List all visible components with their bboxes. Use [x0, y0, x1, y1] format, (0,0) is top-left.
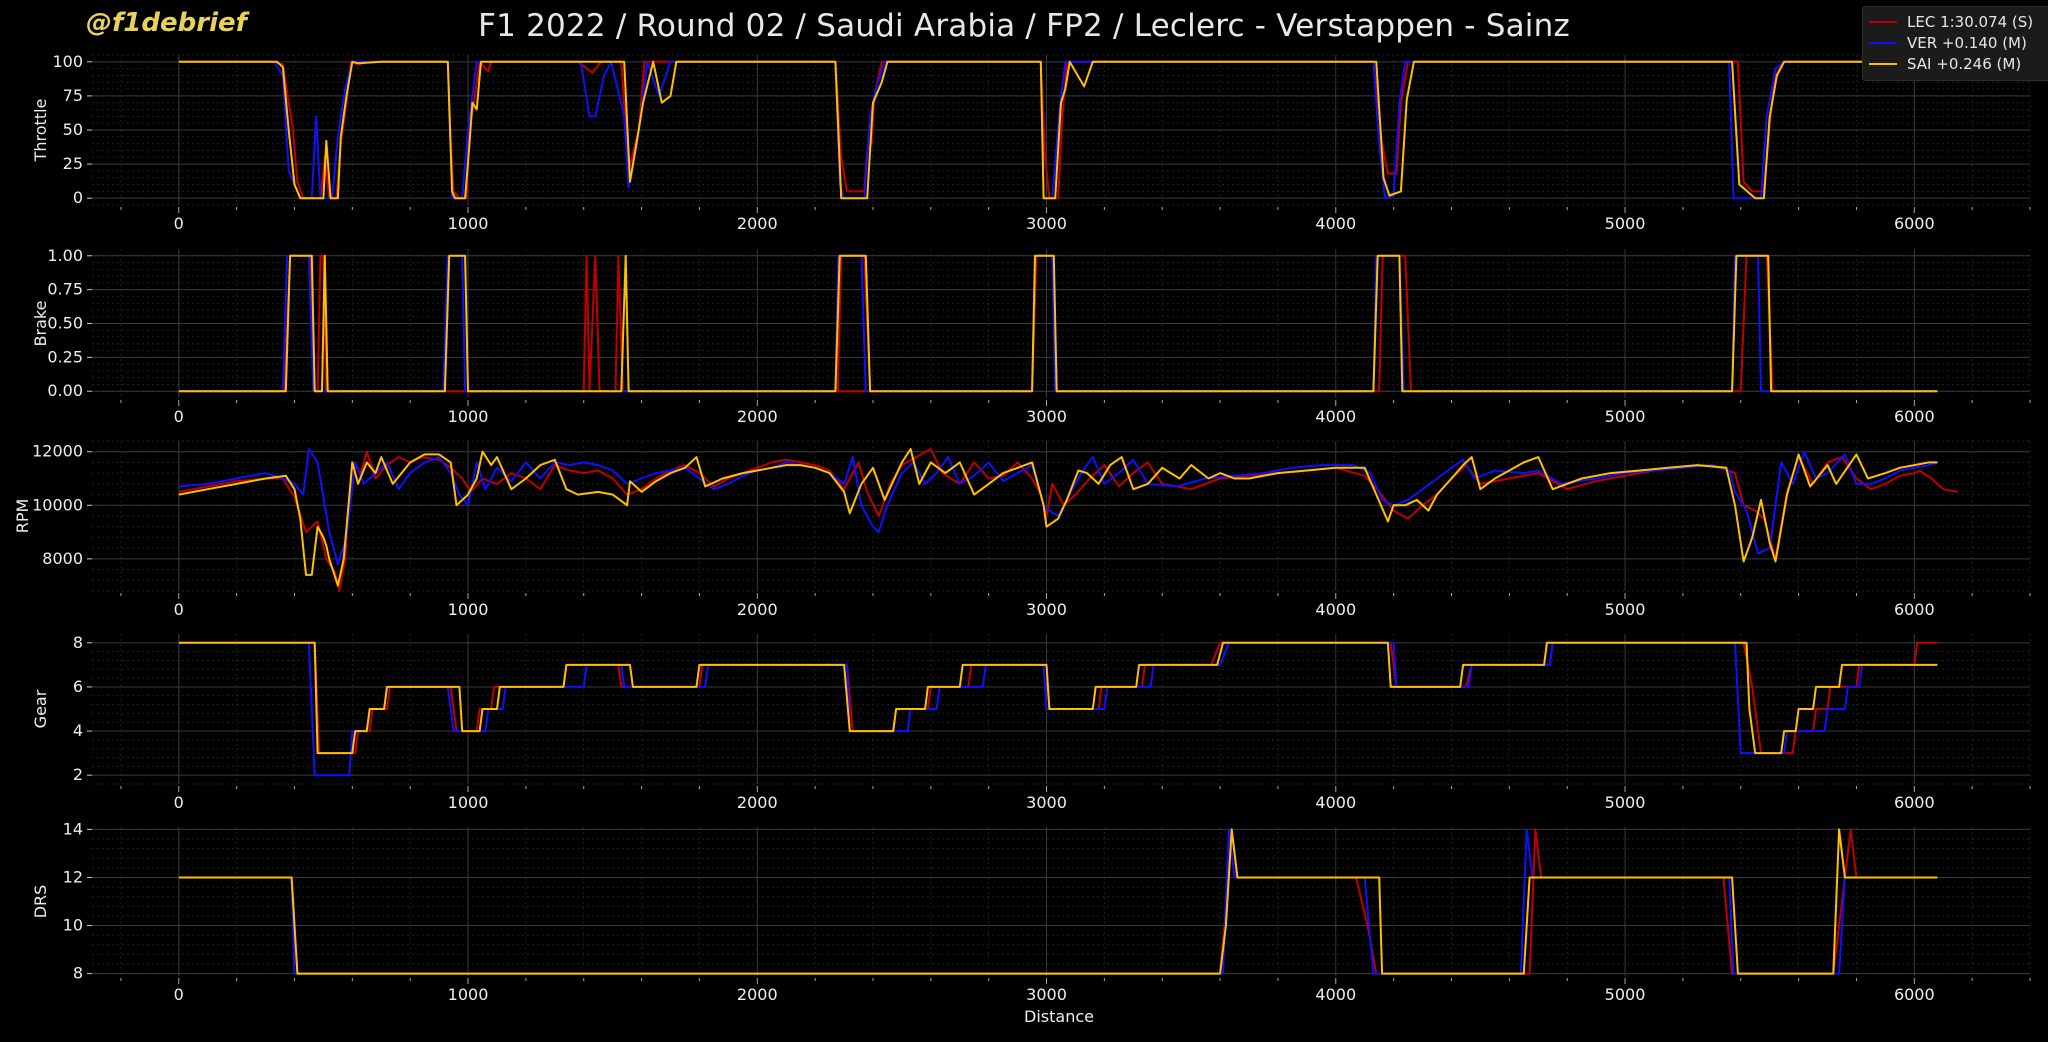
telemetry-chart: 02550751000 1000 2000 3000 4000 5000 6000Throt…: [13, 52, 2031, 1026]
legend-item-lec: LEC 1:30.074 (S): [1869, 11, 2048, 32]
panel-rpm: 8000 10000 12000 0 1000 2000 3000 4000 5000 6000 R…: [13, 440, 2031, 619]
y-tick-label: 0.50: [47, 314, 83, 333]
legend-label-lec: LEC 1:30.074 (S): [1907, 12, 2034, 31]
panel-gear: 2 4 6 8 0 1000 2000 3000 4000 5000 6000 Gear: [31, 633, 2031, 812]
x-tick-label: 3000: [1026, 214, 1067, 233]
y-tick-label: 8: [73, 964, 83, 983]
x-tick-label: 1000: [448, 214, 489, 233]
x-tick-label: 3000: [1026, 407, 1067, 426]
x-tick-label: 0: [174, 793, 184, 812]
x-tick-label: 3000: [1026, 793, 1067, 812]
x-tick-label: 6000: [1894, 214, 1935, 233]
x-tick-label: 2000: [737, 214, 778, 233]
y-tick-label: 0: [73, 188, 83, 207]
series-line-ver: [178, 448, 1938, 566]
panel-drs: 8 10 12 14 0 1000 2000 3000 4000 5000 6000 DRS: [31, 819, 2031, 1004]
panel-brake: 0.00 0.25 0.50 0.75 1.00 0 1000 2000 3000 4000 500…: [31, 246, 2031, 426]
x-tick-label: 1000: [448, 600, 489, 619]
y-tick-label: 10: [63, 916, 83, 935]
y-axis-label: Throttle: [31, 99, 50, 163]
x-tick-label: 5000: [1605, 985, 1646, 1004]
x-axis-label: Distance: [1024, 1007, 1094, 1026]
y-tick-label: 12: [63, 867, 83, 886]
y-tick-label: 25: [63, 154, 83, 173]
y-tick-label: 0.75: [47, 280, 83, 299]
series-line-sai: [178, 641, 1938, 755]
y-tick-label: 100: [52, 52, 83, 71]
x-tick-label: 5000: [1605, 407, 1646, 426]
x-tick-label: 2000: [737, 985, 778, 1004]
x-tick-label: 0: [174, 600, 184, 619]
x-tick-label: 4000: [1315, 793, 1356, 812]
y-tick-label: 4: [73, 721, 83, 740]
x-tick-label: 4000: [1315, 985, 1356, 1004]
legend-label-ver: VER +0.140 (M): [1907, 33, 2027, 52]
x-tick-label: 6000: [1894, 600, 1935, 619]
x-tick-label: 6000: [1894, 985, 1935, 1004]
x-tick-label: 5000: [1605, 600, 1646, 619]
x-tick-label: 1000: [448, 407, 489, 426]
series-line-sai: [178, 828, 1938, 975]
y-tick-label: 6: [73, 677, 83, 696]
y-tick-label: 2: [73, 765, 83, 784]
y-tick-label: 10000: [32, 495, 83, 514]
x-tick-label: 1000: [448, 985, 489, 1004]
legend-swatch-ver: [1869, 41, 1897, 44]
x-tick-label: 0: [174, 407, 184, 426]
legend-item-sai: SAI +0.246 (M): [1869, 53, 2048, 74]
y-tick-label: 12000: [32, 442, 83, 461]
y-axis-label: Brake: [31, 301, 50, 347]
x-tick-label: 0: [174, 985, 184, 1004]
legend-swatch-sai: [1869, 62, 1897, 65]
x-tick-label: 2000: [737, 407, 778, 426]
x-tick-label: 4000: [1315, 600, 1356, 619]
y-tick-label: 1.00: [47, 246, 83, 265]
y-tick-label: 8: [73, 633, 83, 652]
series-line-lec: [178, 641, 1938, 755]
x-tick-label: 2000: [737, 793, 778, 812]
y-tick-label: 50: [63, 120, 83, 139]
y-axis-label: DRS: [31, 885, 50, 919]
legend-swatch-lec: [1869, 20, 1897, 23]
y-axis-label: Gear: [31, 689, 50, 728]
panel-throttle: 02550751000 1000 2000 3000 4000 5000 6000Throt…: [31, 52, 2031, 233]
x-tick-label: 4000: [1315, 214, 1356, 233]
y-tick-label: 0.25: [47, 347, 83, 366]
series-line-ver: [178, 828, 1938, 975]
y-axis-label: RPM: [13, 499, 32, 534]
series-line-lec: [178, 828, 1938, 975]
legend-label-sai: SAI +0.246 (M): [1907, 54, 2022, 73]
x-tick-label: 5000: [1605, 214, 1646, 233]
x-tick-label: 6000: [1894, 407, 1935, 426]
y-tick-label: 0.00: [47, 381, 83, 400]
x-tick-label: 5000: [1605, 793, 1646, 812]
x-tick-label: 3000: [1026, 985, 1067, 1004]
x-tick-label: 6000: [1894, 793, 1935, 812]
x-tick-label: 4000: [1315, 407, 1356, 426]
y-tick-label: 8000: [42, 549, 83, 568]
chart-title: F1 2022 / Round 02 / Saudi Arabia / FP2 …: [478, 8, 1570, 44]
x-tick-label: 3000: [1026, 600, 1067, 619]
y-tick-label: 14: [63, 819, 83, 838]
x-tick-label: 1000: [448, 793, 489, 812]
legend-item-ver: VER +0.140 (M): [1869, 32, 2048, 53]
x-tick-label: 0: [174, 214, 184, 233]
x-tick-label: 2000: [737, 600, 778, 619]
y-tick-label: 75: [63, 86, 83, 105]
legend: LEC 1:30.074 (S) VER +0.140 (M) SAI +0.2…: [1862, 6, 2048, 81]
